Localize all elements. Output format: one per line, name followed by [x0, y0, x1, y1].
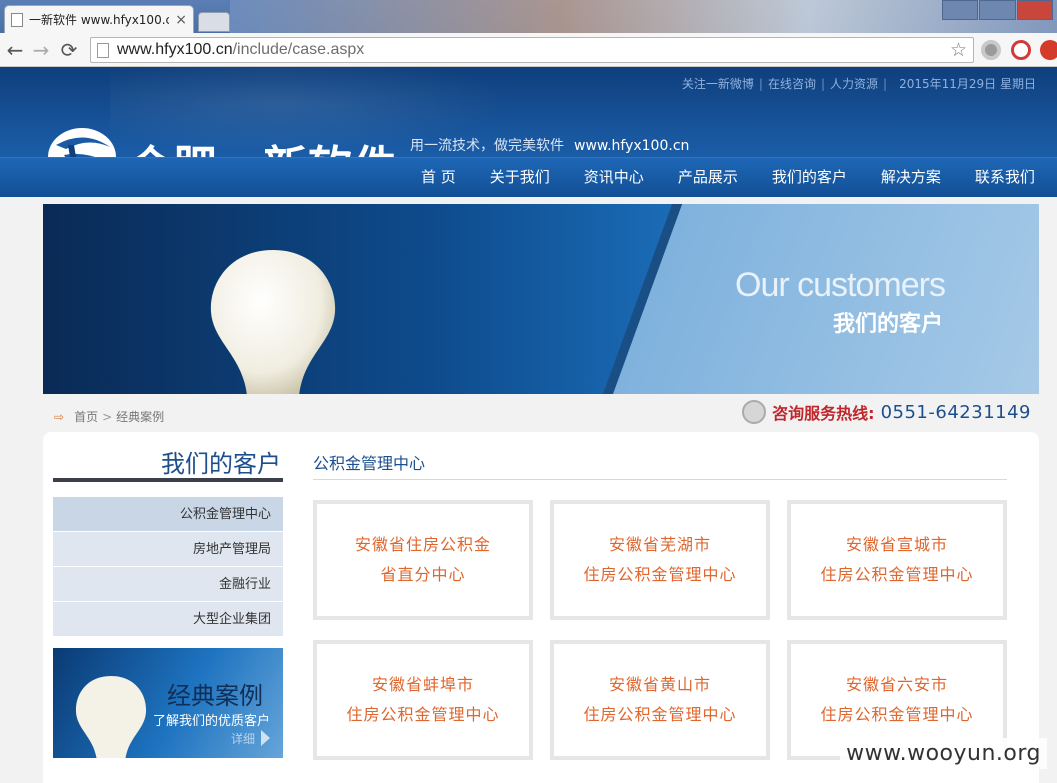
sidebar-item-housing-fund[interactable]: 公积金管理中心	[53, 497, 283, 532]
card-line: 住房公积金管理中心	[820, 565, 974, 584]
customer-card[interactable]: 安徽省住房公积金 省直分中心	[313, 500, 533, 620]
card-line: 住房公积金管理中心	[583, 565, 737, 584]
slogan-text: 用一流技术，做完美软件	[410, 138, 564, 154]
promo-title: 经典案例	[167, 682, 263, 710]
web-page: 关注一新微博|在线咨询|人力资源|2015年11月29日 星期日 合肥一新软件 …	[0, 67, 1057, 783]
main-nav-bar: 首 页 关于我们 资讯中心 产品展示 我们的客户 解决方案 联系我们	[0, 157, 1057, 197]
nav-products[interactable]: 产品展示	[661, 158, 755, 198]
breadcrumb-current: 经典案例	[116, 410, 165, 424]
sidebar-item-finance[interactable]: 金融行业	[53, 567, 283, 602]
watermark: www.wooyun.org	[840, 738, 1047, 769]
hotline-number: 0551-64231149	[880, 401, 1031, 423]
banner-english-title: Our customers	[735, 266, 946, 304]
nav-about[interactable]: 关于我们	[473, 158, 567, 198]
maximize-button[interactable]	[979, 0, 1016, 20]
nav-contact[interactable]: 联系我们	[958, 158, 1052, 198]
card-line: 住房公积金管理中心	[346, 705, 500, 724]
forward-arrow-icon[interactable]: →	[30, 39, 52, 61]
url-host: www.hfyx100.cn	[117, 41, 233, 58]
tab-bar-background	[230, 0, 1057, 33]
slogan: 用一流技术，做完美软件 www.hfyx100.cn	[410, 135, 689, 155]
tab-title: 一新软件 www.hfyx100.c	[29, 13, 169, 27]
arrow-right-icon	[261, 730, 270, 746]
promo-more-link[interactable]: 详细	[231, 730, 255, 747]
minimize-button[interactable]	[942, 0, 979, 20]
main-nav: 首 页 关于我们 资讯中心 产品展示 我们的客户 解决方案 联系我们	[404, 158, 1052, 198]
browser-tab-bar: 一新软件 www.hfyx100.c ×	[0, 0, 1057, 33]
breadcrumb-separator: >	[102, 409, 113, 424]
card-line: 住房公积金管理中心	[583, 705, 737, 724]
top-links: 关注一新微博 | 在线咨询 | 人力资源 | 2015年11月29日 星期日	[677, 75, 1041, 92]
light-bulb-image	[210, 250, 336, 394]
section-title: 公积金管理中心	[313, 450, 1007, 480]
content-panel: 我们的客户 公积金管理中心 房地产管理局 金融行业 大型企业集团 经典案例 了解…	[43, 432, 1039, 783]
card-line: 安徽省黄山市	[608, 675, 711, 694]
bookmark-star-icon[interactable]: ☆	[950, 39, 967, 61]
date-text: 2015年11月29日 星期日	[899, 77, 1036, 91]
light-bulb-image	[75, 676, 147, 758]
extension-icon[interactable]	[1011, 40, 1031, 60]
promo-subtitle: 了解我们的优质客户	[153, 714, 271, 729]
customer-card[interactable]: 安徽省蚌埠市 住房公积金管理中心	[313, 640, 533, 760]
card-line: 安徽省宣城市	[845, 535, 948, 554]
card-line: 安徽省芜湖市	[608, 535, 711, 554]
online-consult-link[interactable]: 在线咨询	[763, 77, 821, 91]
site-header: 关注一新微博|在线咨询|人力资源|2015年11月29日 星期日 合肥一新软件 …	[0, 67, 1057, 197]
weibo-link[interactable]: 关注一新微博	[677, 77, 759, 91]
url-path: /include/case.aspx	[232, 41, 365, 58]
breadcrumb-home[interactable]: 首页	[74, 408, 98, 425]
sidebar-item-enterprise[interactable]: 大型企业集团	[53, 602, 283, 637]
page-icon	[11, 12, 23, 27]
arrow-right-icon: ⇨	[54, 409, 65, 424]
extension-icon[interactable]	[1040, 40, 1057, 60]
back-arrow-icon[interactable]: ←	[4, 39, 26, 61]
breadcrumb: ⇨ 首页 > 经典案例	[54, 408, 164, 425]
card-line: 安徽省蚌埠市	[371, 675, 474, 694]
nav-solutions[interactable]: 解决方案	[864, 158, 958, 198]
browser-tab[interactable]: 一新软件 www.hfyx100.c ×	[4, 5, 194, 33]
sidebar-item-real-estate[interactable]: 房地产管理局	[53, 532, 283, 567]
window-controls	[941, 0, 1053, 20]
card-line: 住房公积金管理中心	[820, 705, 974, 724]
new-tab-button[interactable]	[198, 12, 230, 32]
nav-news[interactable]: 资讯中心	[567, 158, 661, 198]
browser-toolbar: ← → ⟳ www.hfyx100.cn/include/case.aspx ☆	[0, 33, 1057, 67]
reload-icon[interactable]: ⟳	[58, 39, 80, 61]
close-window-button[interactable]	[1016, 0, 1053, 20]
customer-card[interactable]: 安徽省黄山市 住房公积金管理中心	[550, 640, 770, 760]
hotline-label: 咨询服务热线:	[772, 404, 875, 423]
card-line: 安徽省住房公积金	[354, 535, 491, 554]
banner-chinese-title: 我们的客户	[833, 312, 944, 337]
customer-card[interactable]: 安徽省宣城市 住房公积金管理中心	[787, 500, 1007, 620]
page-icon	[97, 43, 109, 58]
address-bar[interactable]: www.hfyx100.cn/include/case.aspx ☆	[90, 37, 974, 63]
slogan-site: www.hfyx100.cn	[574, 138, 690, 154]
sidebar-menu: 公积金管理中心 房地产管理局 金融行业 大型企业集团	[53, 497, 283, 637]
nav-home[interactable]: 首 页	[404, 158, 473, 198]
customer-card[interactable]: 安徽省芜湖市 住房公积金管理中心	[550, 500, 770, 620]
extension-icon[interactable]	[981, 40, 1001, 60]
banner: Our customers 我们的客户	[43, 204, 1039, 394]
card-line: 省直分中心	[380, 565, 466, 584]
hotline: 咨询服务热线: 0551-64231149	[742, 400, 1031, 424]
phone-icon	[742, 400, 767, 424]
hr-link[interactable]: 人力资源	[825, 77, 883, 91]
nav-customers[interactable]: 我们的客户	[755, 158, 864, 198]
url-text: www.hfyx100.cn/include/case.aspx	[117, 41, 364, 59]
close-tab-icon[interactable]: ×	[175, 12, 187, 28]
cases-promo[interactable]: 经典案例 了解我们的优质客户 详细	[53, 648, 283, 758]
sidebar-title: 我们的客户	[53, 442, 283, 482]
card-line: 安徽省六安市	[845, 675, 948, 694]
